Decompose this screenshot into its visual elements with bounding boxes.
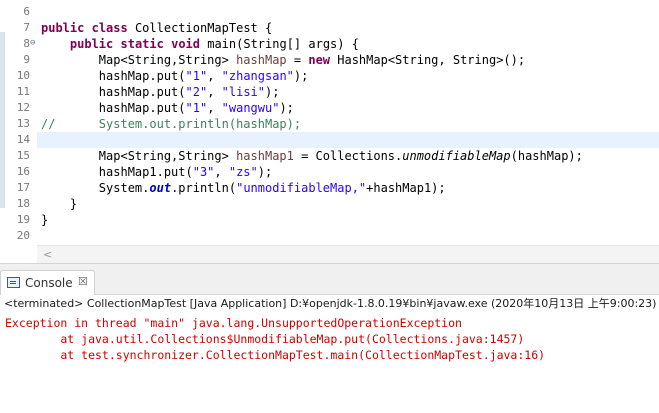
code-line: // System.out.println(hashMap); xyxy=(41,117,302,131)
code-line-current xyxy=(37,132,659,148)
line-number: 18 xyxy=(16,197,30,210)
code-line: Map<String,String> hashMap1 = Collection… xyxy=(41,149,583,163)
line-number: 14 xyxy=(16,133,30,146)
line-number: 6 xyxy=(23,5,30,18)
code-line: public class CollectionMapTest { xyxy=(41,21,273,35)
console-output-line: Exception in thread "main" java.lang.Uns… xyxy=(5,316,462,330)
console-status-line: <terminated> CollectionMapTest [Java App… xyxy=(0,295,659,314)
close-icon[interactable]: ☒ xyxy=(78,275,88,288)
console-output-line: at java.util.Collections$UnmodifiableMap… xyxy=(5,332,525,346)
tab-console-label: Console xyxy=(25,276,73,290)
fold-collapse-icon[interactable]: ⊖ xyxy=(30,35,35,51)
change-marker-bar xyxy=(0,32,5,208)
line-number: 7 xyxy=(23,21,30,34)
line-number: 15 xyxy=(16,149,30,162)
line-number: 20 xyxy=(16,229,30,242)
line-number: 17 xyxy=(16,181,30,194)
line-number: 13 xyxy=(16,117,30,130)
line-number: 8 xyxy=(23,37,30,50)
line-number: 19 xyxy=(16,213,30,226)
code-line: hashMap.put("1", "zhangsan"); xyxy=(41,69,309,83)
line-number: 11 xyxy=(16,85,30,98)
scroll-left-icon[interactable]: < xyxy=(43,248,52,261)
code-line: hashMap.put("2", "lisi"); xyxy=(41,85,280,99)
tab-console[interactable]: Console ☒ xyxy=(0,270,95,296)
console-tab-bar: Console ☒ xyxy=(0,263,659,296)
horizontal-scrollbar[interactable]: < xyxy=(37,245,659,263)
code-line: } xyxy=(41,197,78,211)
line-number: 16 xyxy=(16,165,30,178)
code-line: } xyxy=(41,213,49,227)
console-icon xyxy=(7,277,20,288)
line-number: 12 xyxy=(16,101,30,114)
code-line: hashMap1.put("3", "zs"); xyxy=(41,165,273,179)
code-line: public static void main(String[] args) { xyxy=(69,37,359,51)
line-number: 9 xyxy=(23,53,30,66)
code-line: hashMap.put("1", "wangwu"); xyxy=(41,101,294,115)
line-number-gutter: ⊖ 6 7 8 9 10 11 12 13 14 15 16 17 18 19 20 xyxy=(0,0,37,245)
code-editor[interactable]: ⊖ 6 7 8 9 10 11 12 13 14 15 16 17 18 19 20 public clas… xyxy=(0,0,659,263)
console-output[interactable]: Exception in thread "main" java.lang.Uns… xyxy=(0,313,659,413)
line-number: 10 xyxy=(16,69,30,82)
code-line: Map<String,String> hashMap = new HashMap… xyxy=(41,53,526,67)
code-line: System.out.println("unmodifiableMap,"+ha… xyxy=(41,181,446,195)
console-output-line: at test.synchronizer.CollectionMapTest.m… xyxy=(5,348,546,362)
